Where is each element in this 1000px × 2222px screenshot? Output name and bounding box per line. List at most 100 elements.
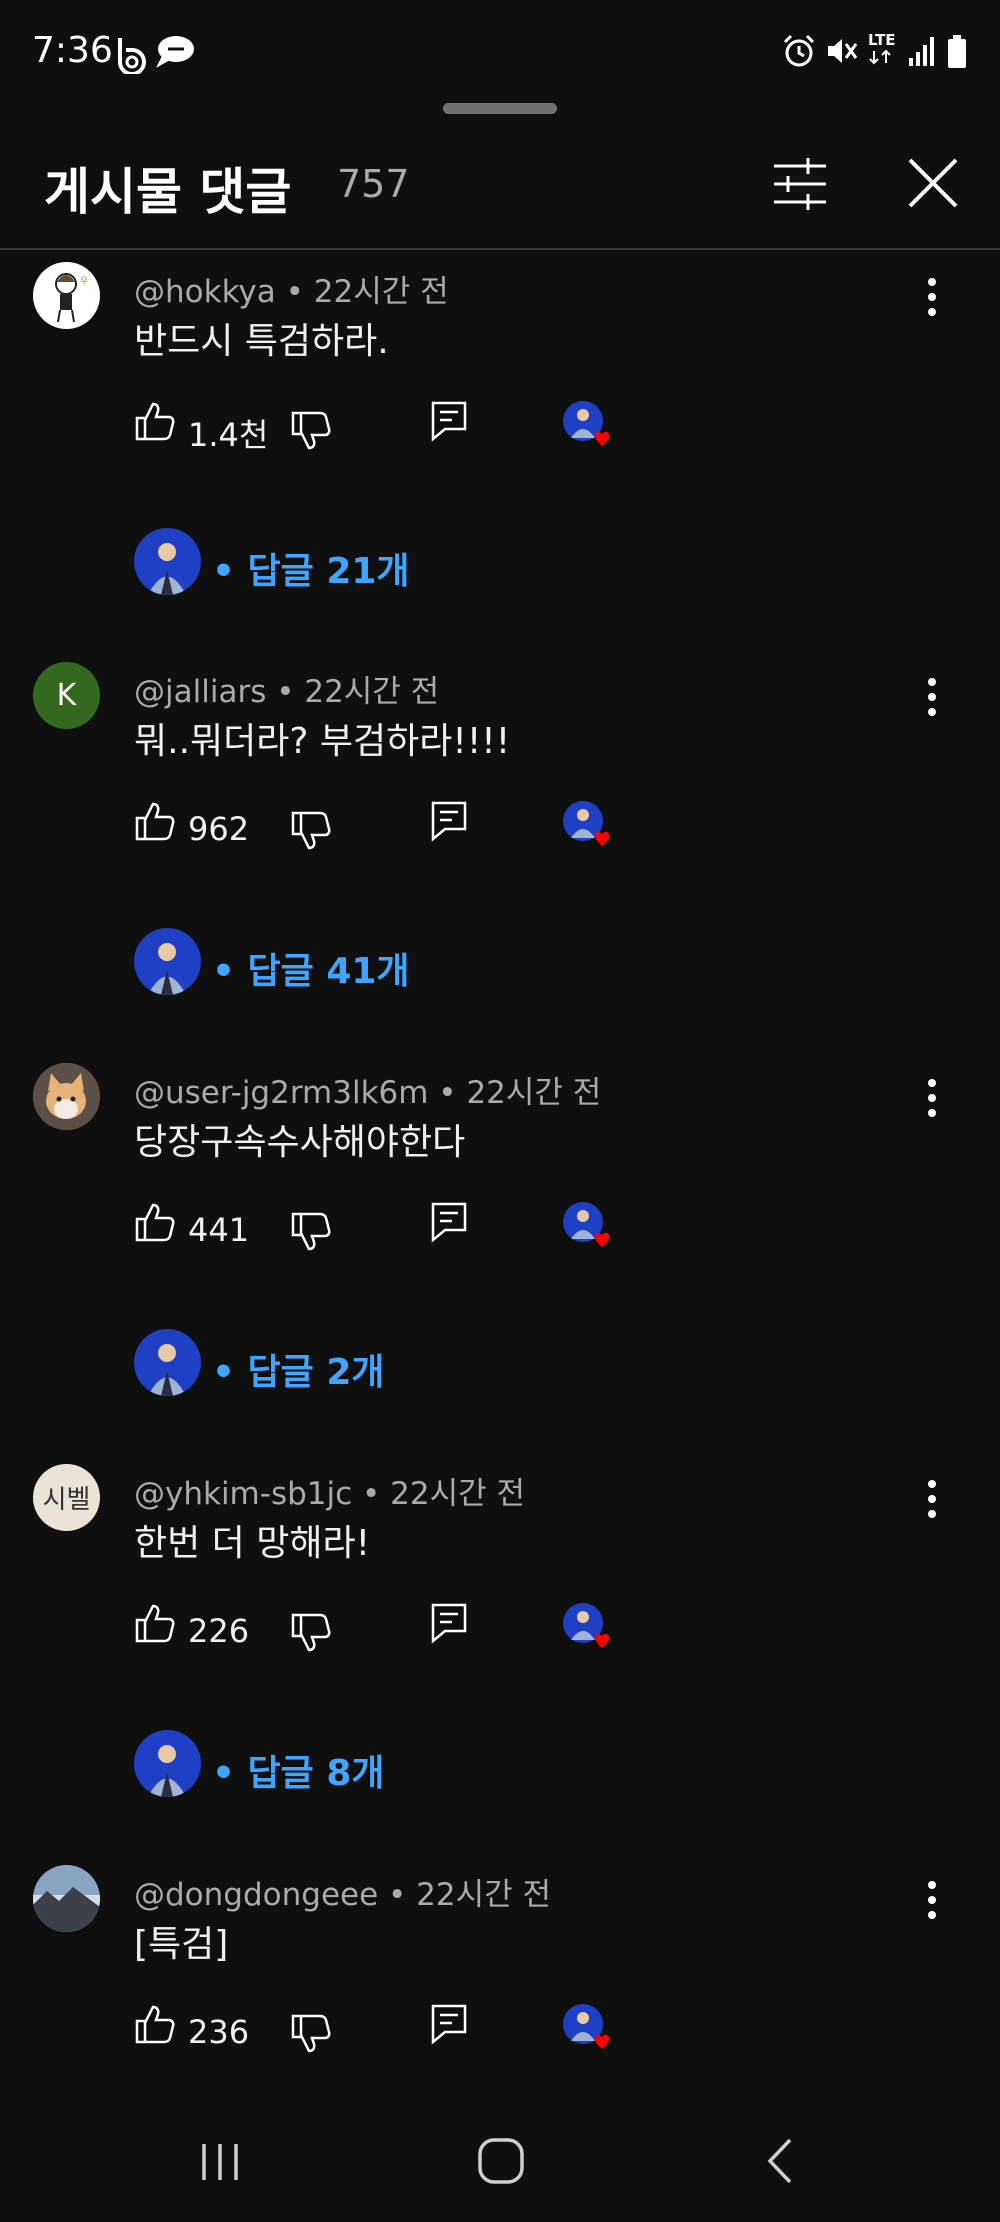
creator-avatar [134,1329,201,1396]
replies-toggle[interactable]: • 답글 21개 [134,528,534,598]
heart-icon [594,431,610,446]
sheet-drag-handle[interactable] [443,103,557,114]
more-options-icon[interactable] [916,672,948,722]
creator-avatar [134,1730,201,1797]
replies-count[interactable]: • 답글 2개 [212,1343,385,1395]
creator-avatar [134,528,201,595]
creator-heart-badge [562,1602,616,1656]
like-count: 441 [188,1211,250,1249]
reply-icon[interactable] [430,1602,468,1644]
like-count: 226 [188,1612,250,1650]
book-cover-avatar[interactable]: 시벨 [33,1464,100,1531]
comment-actions: 1.4천 [134,400,654,460]
system-nav-bar [0,2120,1000,2222]
replies-count[interactable]: • 답글 41개 [212,942,410,994]
more-options-icon[interactable] [916,1474,948,1524]
thumbs-up-icon[interactable] [134,400,176,442]
comment-time: 22시간 전 [313,274,449,310]
header-divider [0,248,1000,250]
battery-icon [948,35,966,68]
thumbs-up-icon[interactable] [134,1201,176,1243]
like-count: 236 [188,2013,250,2051]
comment-author[interactable]: @user-jg2rm3lk6m [134,1075,428,1111]
comment-actions: 441 [134,1201,654,1261]
svg-text:우: 우 [80,276,88,287]
home-icon[interactable] [476,2136,526,2186]
creator-heart-badge [562,2003,616,2057]
b-app-icon [118,38,146,74]
comment-time: 22시간 전 [416,1877,552,1913]
vibrate-icon [828,39,858,63]
more-options-icon[interactable] [916,1875,948,1925]
letter-avatar[interactable]: K [33,662,100,729]
thumbs-up-icon[interactable] [134,800,176,842]
comment-actions: 962 [134,800,654,860]
creator-heart-badge [562,800,616,854]
comment-author[interactable]: @jalliars [134,674,266,710]
comment-meta: @hokkya • 22시간 전 [134,274,449,310]
replies-count[interactable]: • 답글 8개 [212,1744,385,1796]
comments-header: 게시물 댓글 757 [0,130,1000,248]
alarm-icon [783,34,815,67]
heart-icon [594,2034,610,2049]
signal-icon [909,37,934,66]
thumbs-down-icon[interactable] [290,2013,332,2055]
comment-author[interactable]: @yhkim-sb1jc [134,1476,352,1512]
comment-time: 22시간 전 [390,1476,526,1512]
comment-time: 22시간 전 [304,674,440,710]
comment-text: [특검] [134,1924,229,1965]
comments-title: 게시물 댓글 [44,163,292,221]
comment-author[interactable]: @dongdongeee [134,1877,378,1913]
back-icon[interactable] [760,2136,800,2186]
more-options-icon[interactable] [916,272,948,322]
recent-apps-icon[interactable] [196,2138,244,2186]
thumbs-up-icon[interactable] [134,1602,176,1644]
thumbs-down-icon[interactable] [290,810,332,852]
reply-icon[interactable] [430,1201,468,1243]
status-bar: 7:36 LTE [0,0,1000,80]
comment-item: 우 @hokkya • 22시간 전 반드시 특검하라. 1.4천 • 답글 2… [0,262,1000,662]
comment-actions: 236 [134,2003,654,2063]
drawing-avatar[interactable]: 우 [33,262,100,329]
comment-text: 한번 더 망해라! [134,1523,371,1564]
replies-toggle[interactable]: • 답글 2개 [134,1329,534,1399]
comment-meta: @user-jg2rm3lk6m • 22시간 전 [134,1075,602,1111]
comment-item: K @jalliars • 22시간 전 뭐..뭐더라? 부검하라!!!! 96… [0,662,1000,1062]
creator-heart-badge [562,400,616,454]
replies-toggle[interactable]: • 답글 41개 [134,928,534,998]
more-options-icon[interactable] [916,1073,948,1123]
thumbs-up-icon[interactable] [134,2003,176,2045]
reply-icon[interactable] [430,400,468,442]
creator-heart-badge [562,1201,616,1255]
heart-icon [594,1232,610,1247]
heart-icon [594,831,610,846]
thumbs-down-icon[interactable] [290,410,332,452]
comment-meta: @yhkim-sb1jc • 22시간 전 [134,1476,526,1512]
avatar-text: 시벨 [42,1485,91,1515]
comment-time: 22시간 전 [466,1075,602,1111]
comment-author[interactable]: @hokkya [134,274,276,310]
reply-icon[interactable] [430,800,468,842]
close-icon[interactable] [906,156,960,210]
filter-sliders-icon[interactable] [770,156,830,212]
like-count: 1.4천 [188,416,269,454]
replies-count[interactable]: • 답글 21개 [212,542,410,594]
comment-text: 뭐..뭐더라? 부검하라!!!! [134,721,511,762]
comment-meta: @jalliars • 22시간 전 [134,674,440,710]
lte-icon: LTE [868,30,898,70]
cat-photo-avatar[interactable] [33,1063,100,1130]
landscape-photo-avatar[interactable] [33,1865,100,1932]
reply-icon[interactable] [430,2003,468,2045]
chat-bubble-icon [156,36,194,68]
creator-avatar [134,928,201,995]
like-count: 962 [188,810,250,848]
comments-count: 757 [337,162,410,206]
thumbs-down-icon[interactable] [290,1612,332,1654]
comment-text: 반드시 특검하라. [134,321,389,362]
comment-item: @dongdongeee • 22시간 전 [특검] 236 [0,1865,1000,2105]
comment-text: 당장구속수사해야한다 [134,1122,466,1163]
thumbs-down-icon[interactable] [290,1211,332,1253]
network-label: LTE [868,31,896,49]
replies-toggle[interactable]: • 답글 8개 [134,1730,534,1800]
comment-actions: 226 [134,1602,654,1662]
